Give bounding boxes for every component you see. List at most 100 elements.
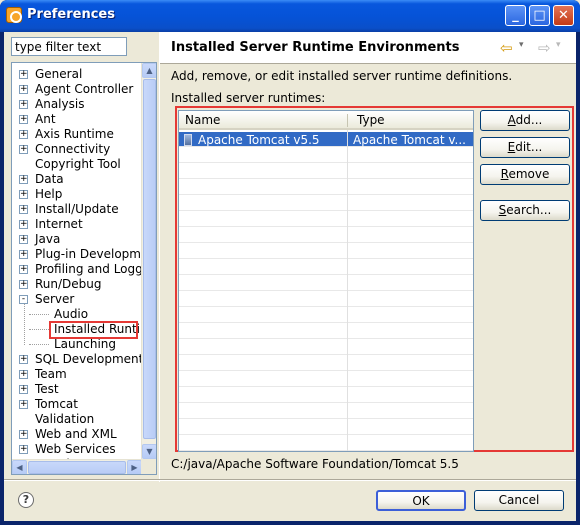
tree-item[interactable]: + General bbox=[12, 67, 142, 82]
table-row[interactable] bbox=[179, 372, 473, 387]
window-title: Preferences bbox=[27, 7, 115, 22]
tree-item[interactable]: Audio bbox=[12, 307, 142, 322]
cancel-button[interactable]: Cancel bbox=[474, 490, 564, 511]
close-button[interactable]: ✕ bbox=[553, 5, 574, 26]
table-row[interactable] bbox=[179, 180, 473, 195]
tree-item[interactable]: + Install/Update bbox=[12, 202, 142, 217]
filter-input[interactable] bbox=[11, 37, 127, 56]
collapse-icon[interactable]: - bbox=[19, 295, 28, 304]
back-dropdown-icon[interactable]: ▾ bbox=[519, 40, 524, 50]
table-row[interactable] bbox=[179, 196, 473, 211]
tree-item[interactable]: + Connectivity bbox=[12, 142, 142, 157]
tree-item[interactable]: + Web and XML bbox=[12, 427, 142, 442]
tree-item[interactable]: - Server bbox=[12, 292, 142, 307]
expand-icon[interactable]: + bbox=[19, 190, 28, 199]
tree-item[interactable]: + Help bbox=[12, 187, 142, 202]
scroll-thumb-horizontal[interactable] bbox=[28, 461, 126, 474]
expand-icon[interactable]: + bbox=[19, 400, 28, 409]
tree-item[interactable]: Copyright Tool bbox=[12, 157, 142, 172]
runtimes-table[interactable]: Name Type Apache Tomcat v5.5 Apache Tomca… bbox=[178, 110, 474, 452]
tree-item[interactable]: Launching bbox=[12, 337, 142, 352]
tree-item[interactable]: + Tomcat bbox=[12, 397, 142, 412]
tree-horizontal-scrollbar[interactable]: ◀ ▶ bbox=[12, 459, 142, 474]
expand-icon[interactable]: + bbox=[19, 115, 28, 124]
forward-arrow-icon[interactable]: ⇨ bbox=[538, 39, 551, 57]
table-row[interactable] bbox=[179, 340, 473, 355]
expand-icon[interactable]: + bbox=[19, 355, 28, 364]
forward-dropdown-icon[interactable]: ▾ bbox=[556, 40, 561, 50]
expand-icon[interactable]: + bbox=[19, 100, 28, 109]
table-row[interactable] bbox=[179, 164, 473, 179]
table-row[interactable] bbox=[179, 292, 473, 307]
expand-icon[interactable]: + bbox=[19, 220, 28, 229]
table-row[interactable]: Apache Tomcat v5.5 Apache Tomcat v... bbox=[179, 132, 473, 147]
ok-button[interactable]: OK bbox=[376, 490, 466, 511]
expand-icon[interactable]: + bbox=[19, 145, 28, 154]
table-row[interactable] bbox=[179, 244, 473, 259]
table-row[interactable] bbox=[179, 324, 473, 339]
expand-icon[interactable]: + bbox=[19, 85, 28, 94]
tree-item[interactable]: + Profiling and Logg bbox=[12, 262, 142, 277]
tree-item-label: Data bbox=[35, 172, 64, 186]
tree-item[interactable]: + Test bbox=[12, 382, 142, 397]
scroll-left-button[interactable]: ◀ bbox=[12, 460, 27, 474]
expand-icon[interactable]: + bbox=[19, 445, 28, 454]
expand-icon[interactable]: + bbox=[19, 130, 28, 139]
expand-icon[interactable]: + bbox=[19, 265, 28, 274]
expand-icon[interactable]: + bbox=[19, 250, 28, 259]
table-row[interactable] bbox=[179, 276, 473, 291]
tree-item[interactable]: + Internet bbox=[12, 217, 142, 232]
remove-button[interactable]: Remove bbox=[480, 164, 570, 185]
column-header-type[interactable]: Type bbox=[357, 113, 385, 127]
tree-item[interactable]: + SQL Development bbox=[12, 352, 142, 367]
tree-item[interactable]: Validation bbox=[12, 412, 142, 427]
title-bar[interactable]: Preferences _ □ ✕ bbox=[0, 0, 580, 32]
tree-item[interactable]: + Plug-in Developm bbox=[12, 247, 142, 262]
tree-item[interactable]: + Ant bbox=[12, 112, 142, 127]
expand-icon[interactable]: + bbox=[19, 175, 28, 184]
add-button[interactable]: Add... bbox=[480, 110, 570, 131]
table-row[interactable] bbox=[179, 420, 473, 435]
maximize-button[interactable]: □ bbox=[529, 5, 550, 26]
expand-icon[interactable]: + bbox=[19, 370, 28, 379]
tree-item[interactable]: + Axis Runtime bbox=[12, 127, 142, 142]
back-arrow-icon[interactable]: ⇦ bbox=[500, 39, 513, 57]
table-row[interactable] bbox=[179, 260, 473, 275]
expand-icon[interactable]: + bbox=[19, 385, 28, 394]
tree-item[interactable]: + Team bbox=[12, 367, 142, 382]
scroll-up-button[interactable]: ▲ bbox=[142, 63, 156, 78]
splitter[interactable] bbox=[159, 32, 160, 482]
column-separator[interactable] bbox=[347, 114, 348, 127]
minimize-button[interactable]: _ bbox=[505, 5, 526, 26]
table-row[interactable] bbox=[179, 436, 473, 451]
table-row[interactable] bbox=[179, 148, 473, 163]
edit-button[interactable]: Edit... bbox=[480, 137, 570, 158]
tree-item[interactable]: + Agent Controller bbox=[12, 82, 142, 97]
tree-item[interactable]: + Java bbox=[12, 232, 142, 247]
expand-icon[interactable]: + bbox=[19, 430, 28, 439]
tree-item[interactable]: + Analysis bbox=[12, 97, 142, 112]
help-icon[interactable]: ? bbox=[18, 492, 34, 508]
tree-vertical-scrollbar[interactable]: ▲ ▼ bbox=[141, 63, 156, 459]
tree-item[interactable]: + Web Services bbox=[12, 442, 142, 457]
expand-icon[interactable]: + bbox=[19, 205, 28, 214]
scroll-right-button[interactable]: ▶ bbox=[127, 460, 142, 474]
tree-connector-vertical bbox=[24, 304, 25, 345]
tree-item[interactable]: + Data bbox=[12, 172, 142, 187]
expand-icon[interactable]: + bbox=[19, 70, 28, 79]
table-row[interactable] bbox=[179, 388, 473, 403]
table-row[interactable] bbox=[179, 356, 473, 371]
tree-item-label: Agent Controller bbox=[35, 82, 134, 96]
preference-tree[interactable]: + General + Agent Controller + Analysis + Ant + A… bbox=[11, 62, 157, 475]
scroll-down-button[interactable]: ▼ bbox=[142, 444, 156, 459]
search-button[interactable]: Search... bbox=[480, 200, 570, 221]
table-row[interactable] bbox=[179, 404, 473, 419]
table-row[interactable] bbox=[179, 228, 473, 243]
column-header-name[interactable]: Name bbox=[185, 113, 220, 127]
scroll-thumb-vertical[interactable] bbox=[143, 79, 156, 439]
table-row[interactable] bbox=[179, 212, 473, 227]
expand-icon[interactable]: + bbox=[19, 235, 28, 244]
table-row[interactable] bbox=[179, 308, 473, 323]
expand-icon[interactable]: + bbox=[19, 280, 28, 289]
tree-item[interactable]: + Run/Debug bbox=[12, 277, 142, 292]
